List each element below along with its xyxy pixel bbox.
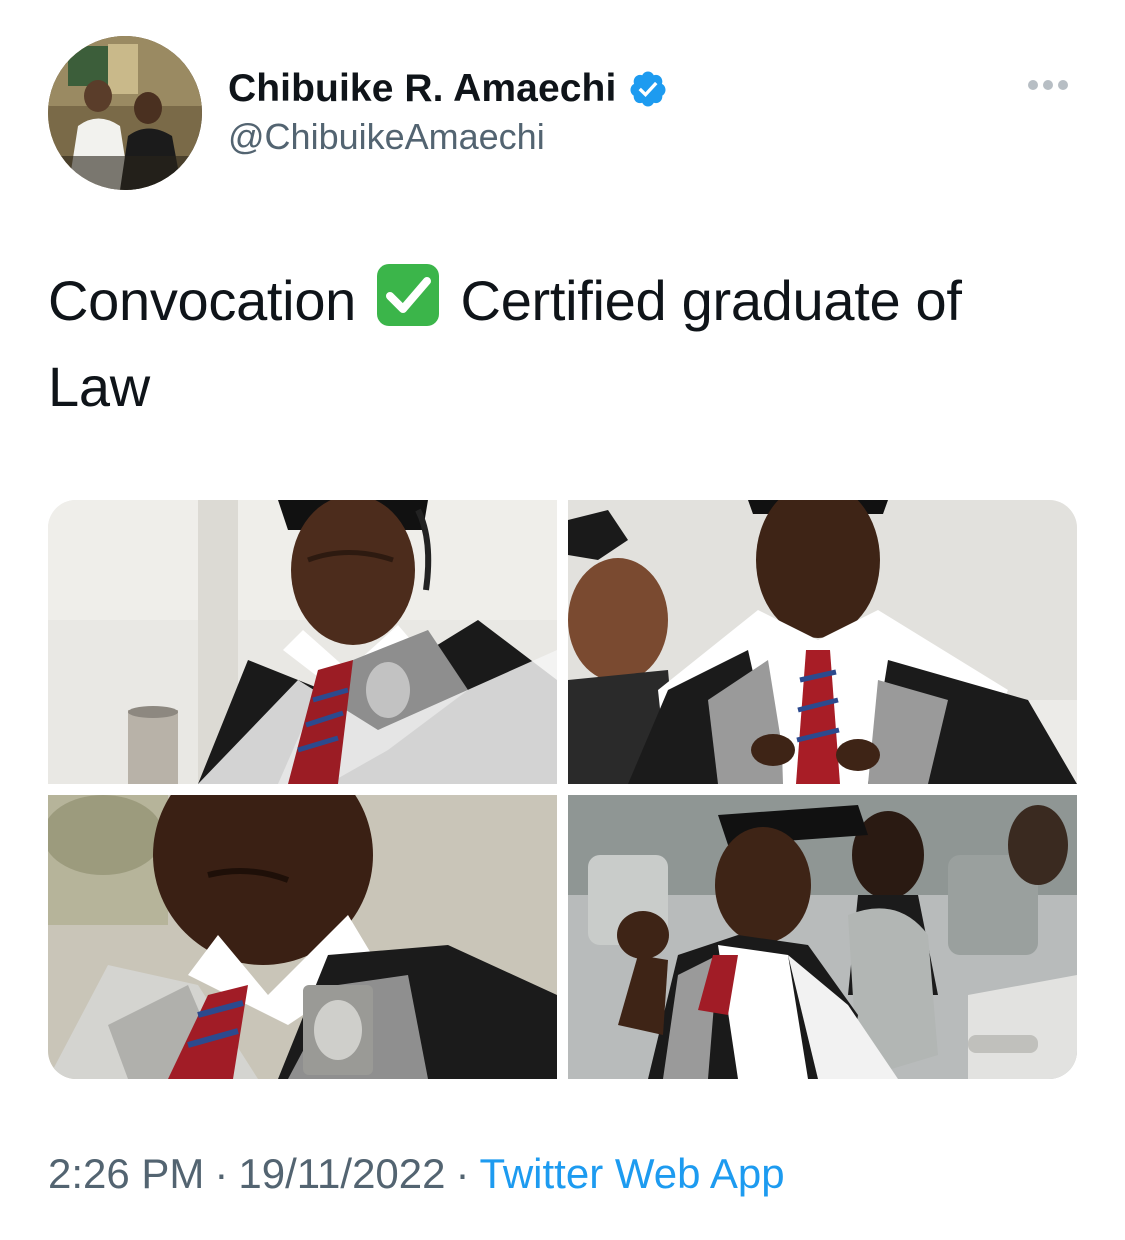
handle[interactable]: @ChibuikeAmaechi — [228, 116, 668, 158]
avatar-image — [48, 36, 202, 190]
photo-image — [568, 500, 1077, 784]
tweet-text: Convocation Certified graduate of Law — [48, 258, 1058, 430]
display-name[interactable]: Chibuike R. Amaechi — [228, 67, 616, 111]
tweet-source-link[interactable]: Twitter Web App — [480, 1150, 785, 1197]
media-grid — [48, 500, 1077, 1079]
meta-separator: · — [214, 1150, 229, 1197]
photo-image — [48, 795, 557, 1079]
avatar[interactable] — [48, 36, 202, 190]
tweet-meta: 2:26 PM · 19/11/2022 · Twitter Web App — [48, 1150, 785, 1198]
author-names: Chibuike R. Amaechi @ChibuikeAmaechi — [228, 66, 668, 158]
media-photo-1[interactable] — [48, 500, 557, 784]
tweet-time[interactable]: 2:26 PM — [48, 1150, 204, 1197]
media-photo-2[interactable] — [568, 500, 1077, 784]
media-photo-3[interactable] — [48, 795, 557, 1079]
tweet-text-start: Convocation — [48, 269, 357, 332]
meta-separator: · — [455, 1150, 470, 1197]
display-name-row: Chibuike R. Amaechi — [228, 66, 668, 112]
tweet-date[interactable]: 19/11/2022 — [238, 1150, 445, 1197]
photo-image — [48, 500, 557, 784]
verified-badge-icon — [630, 71, 666, 107]
more-options-icon[interactable] — [1026, 78, 1070, 92]
photo-image — [568, 795, 1077, 1079]
check-mark-emoji-icon — [377, 264, 440, 326]
tweet-header: Chibuike R. Amaechi @ChibuikeAmaechi — [48, 36, 1078, 192]
media-photo-4[interactable] — [568, 795, 1077, 1079]
